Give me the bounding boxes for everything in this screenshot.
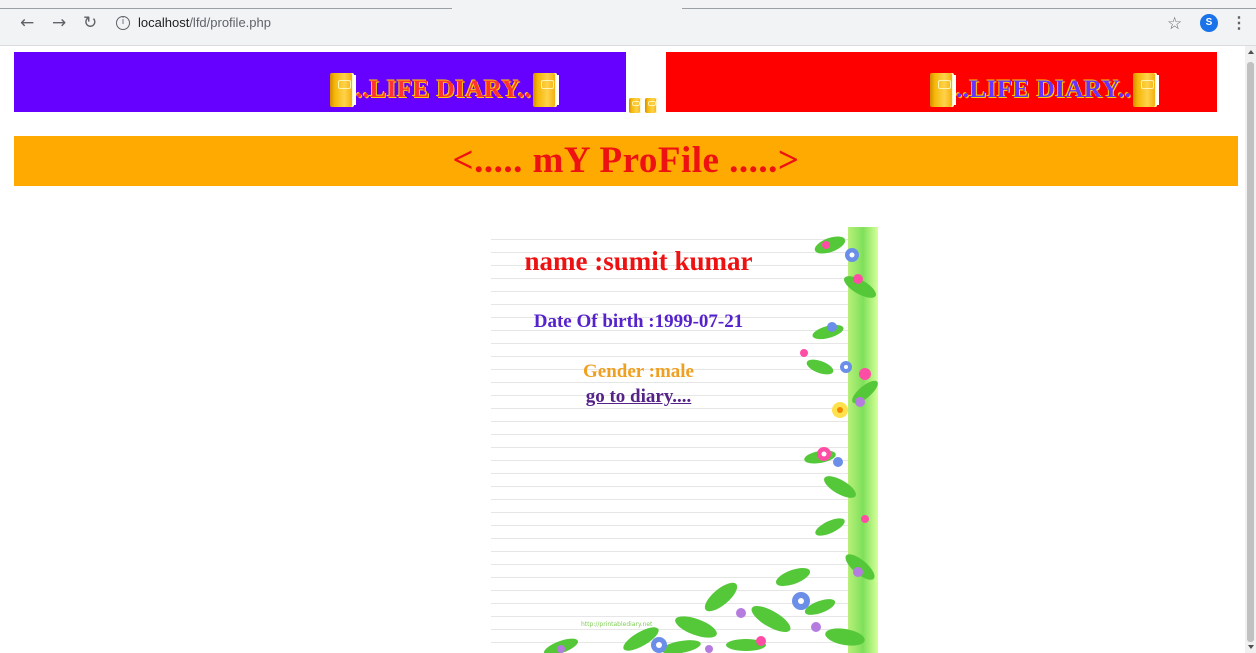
url-host: localhost: [138, 15, 190, 30]
book-icon: [1133, 73, 1160, 107]
scroll-up-icon[interactable]: [1248, 50, 1254, 54]
book-icon: [629, 98, 644, 113]
more-menu-icon[interactable]: ⋮: [1231, 13, 1247, 33]
bookmark-star-icon[interactable]: ☆: [1167, 14, 1182, 34]
profile-name: name :sumit kumar: [524, 246, 753, 276]
scrollbar-thumb[interactable]: [1247, 62, 1254, 642]
profile-avatar[interactable]: S: [1200, 14, 1218, 32]
banner-left: ..LIFE DIARY..: [14, 52, 626, 112]
banner-left-title: ..LIFE DIARY..: [356, 76, 532, 103]
url-path: /lfd/profile.php: [189, 15, 271, 30]
scroll-down-icon[interactable]: [1248, 645, 1254, 649]
mini-book-icons: [629, 98, 660, 113]
info-icon[interactable]: i: [116, 16, 130, 30]
banner-right: ..LIFE DIARY..: [666, 52, 1217, 112]
forward-icon[interactable]: →: [52, 14, 66, 32]
profile-gender: Gender :male: [583, 361, 694, 382]
profile-card: name :sumit kumar Date Of birth :1999-07…: [491, 227, 878, 653]
page-scrollbar[interactable]: [1245, 46, 1256, 653]
browser-toolbar: ← → ↻ i localhost/lfd/profile.php ☆ S ⋮: [0, 0, 1256, 46]
profile-heading-bar: <..... mY ProFile .....>: [14, 136, 1238, 186]
reload-icon[interactable]: ↻: [83, 14, 97, 32]
back-icon[interactable]: ←: [20, 14, 34, 32]
book-icon: [645, 98, 660, 113]
book-icon: [533, 73, 560, 107]
go-to-diary-link[interactable]: go to diary....: [491, 386, 786, 408]
book-icon: [930, 73, 956, 107]
page-title: <..... mY ProFile .....>: [452, 140, 800, 181]
profile-dob: Date Of birth :1999-07-21: [533, 311, 744, 332]
credit-text: http://printablediary.net: [581, 621, 653, 628]
address-bar[interactable]: localhost/lfd/profile.php: [138, 15, 271, 30]
flower-corner-decoration: [543, 567, 821, 653]
book-icon: [330, 73, 356, 107]
active-tab[interactable]: [452, 6, 682, 10]
banner-right-title: ..LIFE DIARY..: [956, 76, 1132, 103]
